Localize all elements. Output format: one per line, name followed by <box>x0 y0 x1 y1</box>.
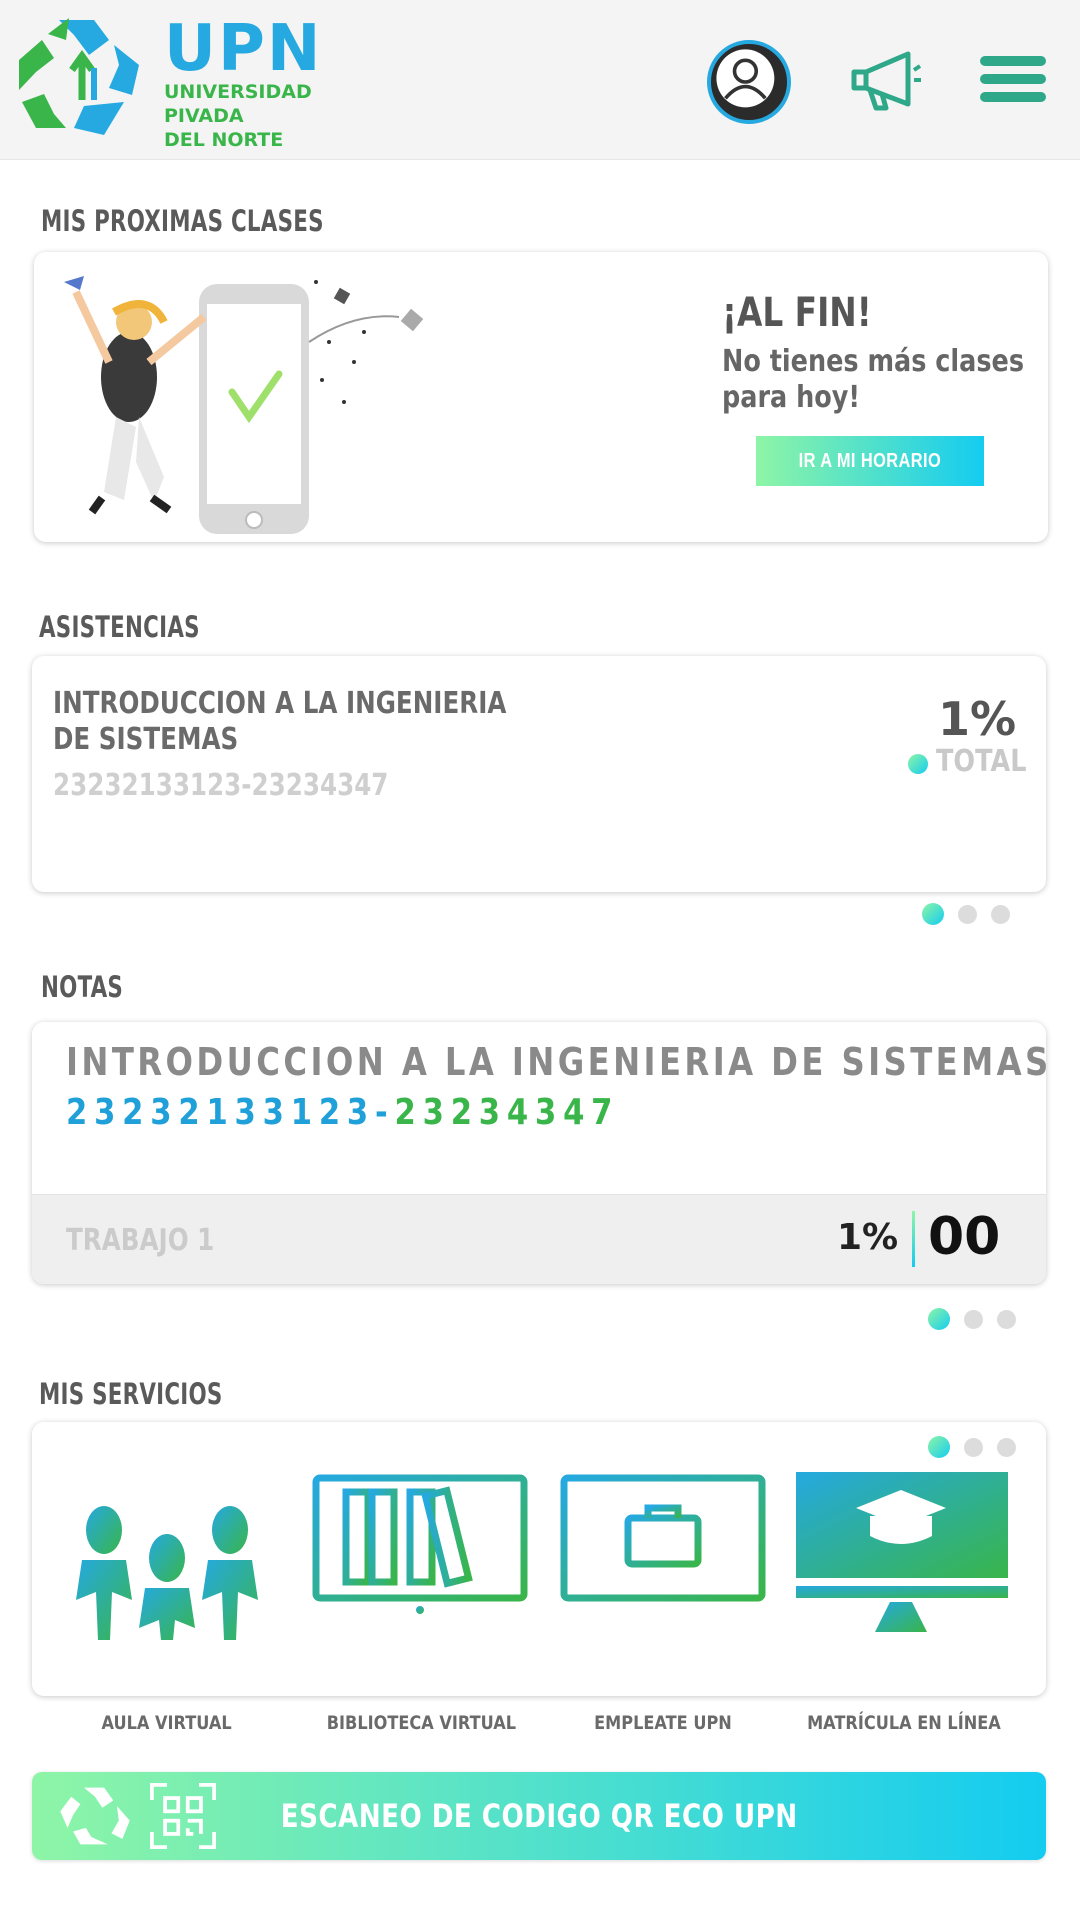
menu-line <box>980 56 1046 66</box>
attendance-total-label: TOTAL <box>936 744 1027 779</box>
code-part-blue: 23232133123 <box>66 1092 376 1133</box>
qr-scan-label: ESCANEO DE CODIGO QR ECO UPN <box>32 1772 1046 1860</box>
grades-course-name: INTRODUCCION A LA INGENIERIA DE SISTEMAS <box>66 1040 1052 1084</box>
briefcase-monitor-icon <box>560 1474 766 1636</box>
attendance-course-name: INTRODUCCION A LA INGENIERIA DE SISTEMAS <box>53 686 506 758</box>
profile-button[interactable] <box>707 40 791 124</box>
menu-line <box>980 92 1046 102</box>
upn-logo[interactable]: UPN UNIVERSIDAD PIVADA DEL NORTE <box>14 10 320 151</box>
services-pager <box>928 1436 1016 1458</box>
grades-course-code: 23232133123-23234347 <box>66 1092 619 1133</box>
go-to-schedule-label: IR A MI HORARIO <box>798 449 942 472</box>
total-indicator-dot <box>908 754 928 774</box>
announcements-button[interactable] <box>850 50 922 112</box>
no-classes-message: No tienes más clases para hoy! <box>722 344 1025 415</box>
grades-card[interactable]: INTRODUCCION A LA INGENIERIA DE SISTEMAS… <box>32 1022 1048 1284</box>
course-name-line: DE SISTEMAS <box>53 722 239 757</box>
next-classes-card: ¡AL FIN! No tienes más clases para hoy! … <box>34 252 1048 542</box>
grade-item-score: 00 <box>928 1207 1001 1267</box>
pager-dot-1[interactable] <box>922 903 944 925</box>
code-part-green: 23234347 <box>394 1092 620 1133</box>
course-name-line: INTRODUCCION A LA INGENIERIA <box>53 686 507 721</box>
recycle-logo-icon <box>19 18 139 135</box>
logo-sub-line: DEL NORTE <box>164 129 284 151</box>
section-title-clases: MIS PROXIMAS CLASES <box>41 204 324 238</box>
logo-title: UPN <box>164 12 323 86</box>
celebration-illustration <box>64 276 424 534</box>
no-classes-heading: ¡AL FIN! <box>722 290 872 336</box>
hamburger-menu-button[interactable] <box>980 56 1046 106</box>
graduation-monitor-icon <box>796 1472 1008 1632</box>
profile-icon <box>716 49 775 108</box>
pager-dot-1[interactable] <box>928 1436 950 1458</box>
service-label-text: MATRÍCULA EN LÍNEA <box>807 1712 1001 1734</box>
qr-scan-button[interactable]: ESCANEO DE CODIGO QR ECO UPN <box>32 1772 1046 1860</box>
service-biblioteca-virtual[interactable]: BIBLIOTECA VIRTUAL <box>310 1472 530 1734</box>
logo-subtitle: UNIVERSIDAD PIVADA DEL NORTE <box>164 80 312 152</box>
qr-scan-label-text: ESCANEO DE CODIGO QR ECO UPN <box>280 1797 798 1835</box>
service-label: AULA VIRTUAL <box>62 1712 272 1734</box>
service-aula-virtual[interactable]: AULA VIRTUAL <box>62 1472 272 1734</box>
attendance-pager <box>922 903 1010 925</box>
service-label: BIBLIOTECA VIRTUAL <box>310 1712 530 1734</box>
attendance-card[interactable]: INTRODUCCION A LA INGENIERIA DE SISTEMAS… <box>32 656 1046 892</box>
grade-row: TRABAJO 1 1% 00 <box>32 1194 1046 1284</box>
logo-sub-line: UNIVERSIDAD <box>164 81 312 103</box>
section-title-asistencias: ASISTENCIAS <box>39 610 200 644</box>
go-to-schedule-button[interactable]: IR A MI HORARIO <box>756 436 984 486</box>
service-label: MATRÍCULA EN LÍNEA <box>790 1712 1012 1734</box>
grade-item-weight: 1% <box>837 1217 899 1258</box>
grades-pager <box>928 1308 1016 1330</box>
section-title-servicios: MIS SERVICIOS <box>39 1377 223 1411</box>
pager-dot-3[interactable] <box>997 1309 1016 1329</box>
pager-dot-2[interactable] <box>964 1437 983 1457</box>
app-header: UPN UNIVERSIDAD PIVADA DEL NORTE <box>0 0 1080 160</box>
grade-separator <box>912 1211 915 1267</box>
pager-dot-2[interactable] <box>958 904 977 924</box>
pager-dot-3[interactable] <box>991 904 1010 924</box>
pager-dot-1[interactable] <box>928 1308 950 1330</box>
logo-sub-line: PIVADA <box>164 105 244 127</box>
pager-dot-2[interactable] <box>964 1309 983 1329</box>
code-separator: - <box>375 1092 395 1133</box>
service-empleate-upn[interactable]: EMPLEATE UPN <box>558 1472 768 1734</box>
megaphone-icon <box>851 51 922 111</box>
services-card: AULA VIRTUAL BIBLIOTECA VIRTUAL EMPLEATE… <box>32 1422 1046 1734</box>
service-label: EMPLEATE UPN <box>558 1712 768 1734</box>
pager-dot-3[interactable] <box>997 1437 1016 1457</box>
attendance-course-code: 23232133123-23234347 <box>53 768 389 803</box>
library-monitor-icon <box>312 1474 528 1636</box>
section-title-notas: NOTAS <box>41 970 124 1004</box>
service-label-text: EMPLEATE UPN <box>594 1712 732 1734</box>
menu-line <box>980 74 1046 84</box>
service-matricula-en-linea[interactable]: MATRÍCULA EN LÍNEA <box>790 1472 1012 1734</box>
attendance-percent: 1% <box>938 692 1017 746</box>
service-label-text: BIBLIOTECA VIRTUAL <box>326 1712 517 1734</box>
service-label-text: AULA VIRTUAL <box>101 1712 233 1734</box>
grade-item-label: TRABAJO 1 <box>66 1223 215 1258</box>
people-icon <box>76 1506 258 1640</box>
